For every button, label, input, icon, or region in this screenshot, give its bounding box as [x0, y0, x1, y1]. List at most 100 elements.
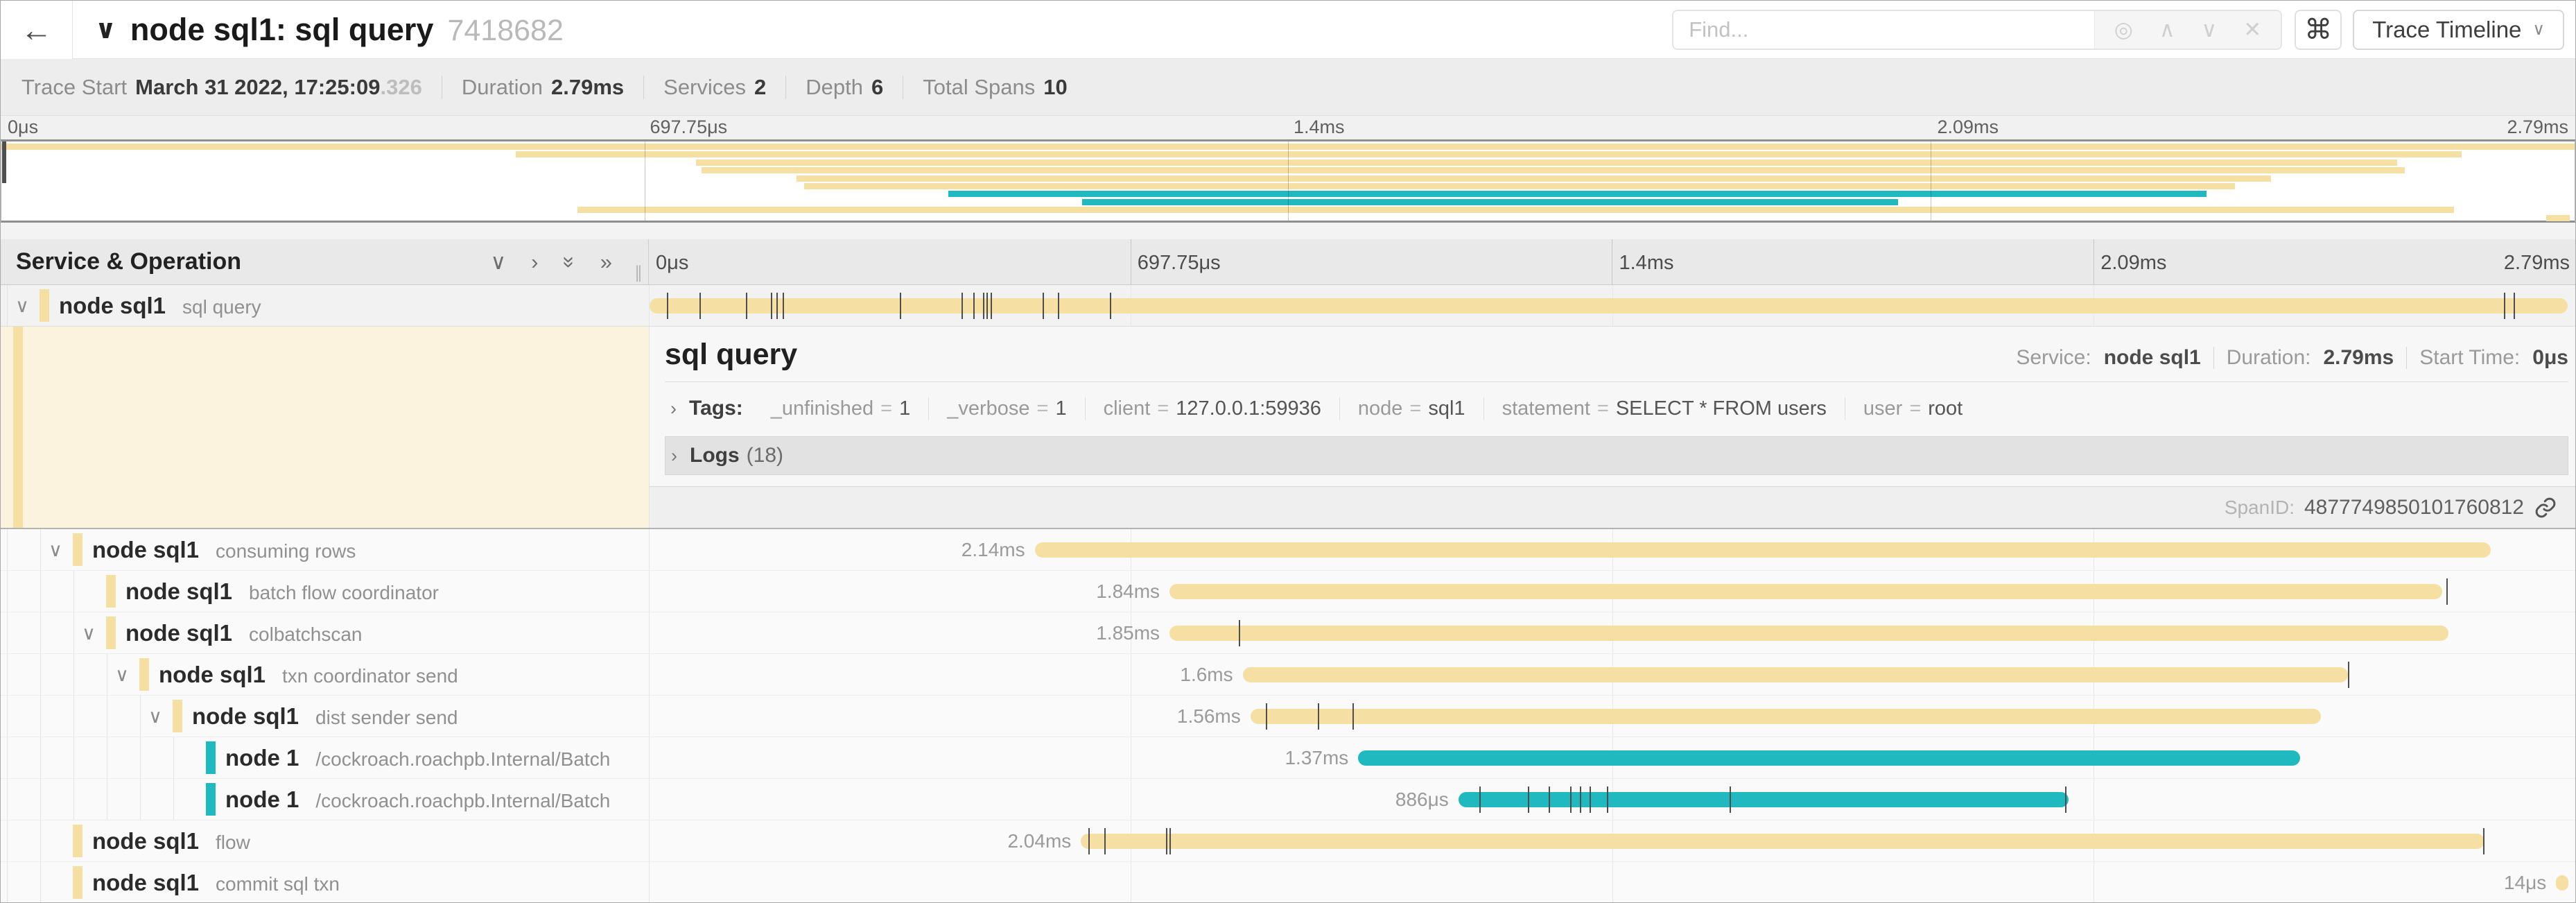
back-button[interactable]: ←	[1, 1, 73, 59]
span-row-name-cell[interactable]: node sql1commit sql txn	[1, 862, 649, 903]
span-row-name-cell[interactable]: ∨node sql1txn coordinator send	[1, 654, 649, 695]
span-row-name-cell[interactable]: ∨ node sql1consuming rows	[1, 529, 649, 570]
tag-value: SELECT * FROM users	[1616, 397, 1827, 420]
span-row-label: node sql1flow	[92, 820, 250, 861]
span-row[interactable]: node 1/cockroach.roachpb.Internal/Batch 1…	[1, 737, 2575, 779]
span-row-name-cell[interactable]: ∨node sql1colbatchscan	[1, 612, 649, 653]
expand-all-icon[interactable]: »	[600, 250, 612, 275]
chevron-right-icon[interactable]: ›	[670, 398, 677, 420]
timeline-grid-header: Service & Operation ∨ › » » ∥ 0μs697.75μ…	[1, 239, 2575, 285]
logs-section[interactable]: › Logs (18)	[665, 436, 2568, 475]
span-row[interactable]: node 1/cockroach.roachpb.Internal/Batch8…	[1, 779, 2575, 820]
span-row[interactable]: ∨node sql1sql query	[1, 285, 2575, 327]
span-row[interactable]: ∨node sql1colbatchscan 1.85ms	[1, 612, 2575, 654]
service-label: Service:	[2016, 346, 2091, 370]
indent-guide	[7, 654, 8, 695]
tag-equals: =	[1597, 397, 1609, 420]
minimap-span-bar	[948, 191, 2207, 197]
span-row[interactable]: node sql1flow 2.04ms	[1, 820, 2575, 862]
span-bar[interactable]	[1243, 667, 2349, 682]
minimap-canvas[interactable]	[1, 139, 2575, 223]
find-input[interactable]	[1673, 11, 2094, 49]
service-value: node sql1	[2104, 346, 2201, 370]
row-chevron-down-icon[interactable]: ∨	[145, 696, 166, 737]
span-bar[interactable]	[1169, 584, 2442, 599]
span-row[interactable]: ∨ node sql1consuming rows 2.14ms	[1, 529, 2575, 571]
trace-meta-item: Depth6	[806, 75, 883, 100]
span-row-timeline-cell[interactable]: 14μs	[649, 862, 2575, 903]
chevron-right-icon[interactable]: ›	[671, 445, 677, 467]
operation-name: sql query	[182, 296, 261, 318]
service-name: node sql1	[92, 870, 199, 895]
span-row-name-cell[interactable]: node 1/cockroach.roachpb.Internal/Batch	[1, 737, 649, 778]
indent-guide	[7, 820, 8, 861]
span-row-timeline-cell[interactable]	[649, 285, 2575, 326]
service-operation-header: Service & Operation ∨ › » » ∥	[1, 239, 649, 284]
log-marker	[2483, 828, 2484, 854]
next-match-icon[interactable]: ∨	[2202, 17, 2218, 42]
minimap-scrubber-handle[interactable]	[2, 141, 6, 183]
prev-match-icon[interactable]: ∧	[2159, 17, 2175, 42]
span-detail-row: sql query Service:node sql1 Duration:2.7…	[1, 327, 2575, 529]
log-marker	[1058, 293, 1059, 319]
span-row-name-cell[interactable]: node sql1batch flow coordinator	[1, 571, 649, 612]
span-bar[interactable]	[1358, 750, 2299, 766]
span-duration-label: 1.85ms	[1096, 612, 1160, 654]
span-row-timeline-cell[interactable]: 1.56ms	[649, 696, 2575, 737]
span-bar[interactable]	[1169, 626, 2448, 641]
trace-meta-item: Total Spans10	[923, 75, 1067, 100]
indent-guide	[7, 529, 8, 570]
span-bar[interactable]	[1251, 709, 2322, 724]
clear-search-icon[interactable]: ✕	[2243, 17, 2261, 42]
span-bar[interactable]	[1035, 542, 2491, 558]
span-row-timeline-cell[interactable]: 2.04ms	[649, 820, 2575, 861]
indent-guide	[7, 862, 8, 903]
span-row[interactable]: node sql1commit sql txn 14μs	[1, 862, 2575, 903]
minimap-tick-label: 697.75μs	[650, 117, 728, 138]
collapse-one-icon[interactable]: ∨	[490, 250, 506, 275]
span-row-timeline-cell[interactable]: 1.37ms	[649, 737, 2575, 778]
span-row-label: node sql1commit sql txn	[92, 862, 340, 903]
row-chevron-down-icon[interactable]: ∨	[112, 654, 132, 695]
expand-one-icon[interactable]: ›	[531, 250, 538, 275]
span-row[interactable]: node sql1batch flow coordinator1.84ms	[1, 571, 2575, 612]
row-chevron-down-icon[interactable]: ∨	[78, 612, 99, 653]
minimap-tick-label: 0μs	[8, 117, 38, 138]
span-bar[interactable]	[650, 298, 2568, 313]
row-chevron-down-icon[interactable]: ∨	[45, 529, 66, 570]
span-row-timeline-cell[interactable]: 1.84ms	[649, 571, 2575, 612]
keyboard-shortcuts-button[interactable]: ⌘	[2295, 10, 2342, 50]
view-dropdown[interactable]: Trace Timeline ∨	[2353, 10, 2564, 50]
collapse-trace-icon[interactable]: ∨	[95, 14, 116, 45]
collapse-all-icon[interactable]: »	[557, 256, 582, 268]
page-title: node sql1: sql query7418682	[130, 12, 564, 48]
locate-icon[interactable]: ◎	[2114, 17, 2133, 42]
operation-name: /cockroach.roachpb.Internal/Batch	[315, 790, 610, 811]
span-row-name-cell[interactable]: ∨node sql1dist sender send	[1, 696, 649, 737]
service-name: node sql1	[192, 703, 299, 729]
span-row-label: node 1/cockroach.roachpb.Internal/Batch	[225, 737, 610, 778]
log-marker	[1318, 703, 1319, 730]
span-detail-panel: sql query Service:node sql1 Duration:2.7…	[649, 327, 2575, 528]
log-marker	[2065, 786, 2066, 813]
span-row-label: node sql1consuming rows	[92, 529, 356, 570]
log-marker	[1590, 786, 1591, 813]
span-row-name-cell[interactable]: node 1/cockroach.roachpb.Internal/Batch	[1, 779, 649, 820]
span-bar[interactable]	[2556, 875, 2568, 891]
span-row-timeline-cell[interactable]: 1.6ms	[649, 654, 2575, 695]
span-row-name-cell[interactable]: node sql1flow	[1, 820, 649, 861]
service-name: node 1	[225, 745, 299, 771]
span-row[interactable]: ∨node sql1txn coordinator send1.6ms	[1, 654, 2575, 696]
copy-link-icon[interactable]	[2534, 496, 2557, 519]
tag-value: 1	[1055, 397, 1066, 420]
column-resize-grip[interactable]: ∥	[634, 263, 643, 283]
span-color-bar	[73, 825, 82, 857]
span-row-timeline-cell[interactable]: 2.14ms	[649, 529, 2575, 570]
span-row-timeline-cell[interactable]: 1.85ms	[649, 612, 2575, 653]
span-row-name-cell[interactable]: ∨node sql1sql query	[1, 285, 649, 326]
span-row-timeline-cell[interactable]: 886μs	[649, 779, 2575, 820]
span-row[interactable]: ∨node sql1dist sender send1.56ms	[1, 696, 2575, 737]
row-chevron-down-icon[interactable]: ∨	[12, 285, 33, 326]
span-bar[interactable]	[1081, 834, 2484, 849]
tags-section[interactable]: › Tags: _unfinished=1_verbose=1client=12…	[665, 389, 2575, 428]
